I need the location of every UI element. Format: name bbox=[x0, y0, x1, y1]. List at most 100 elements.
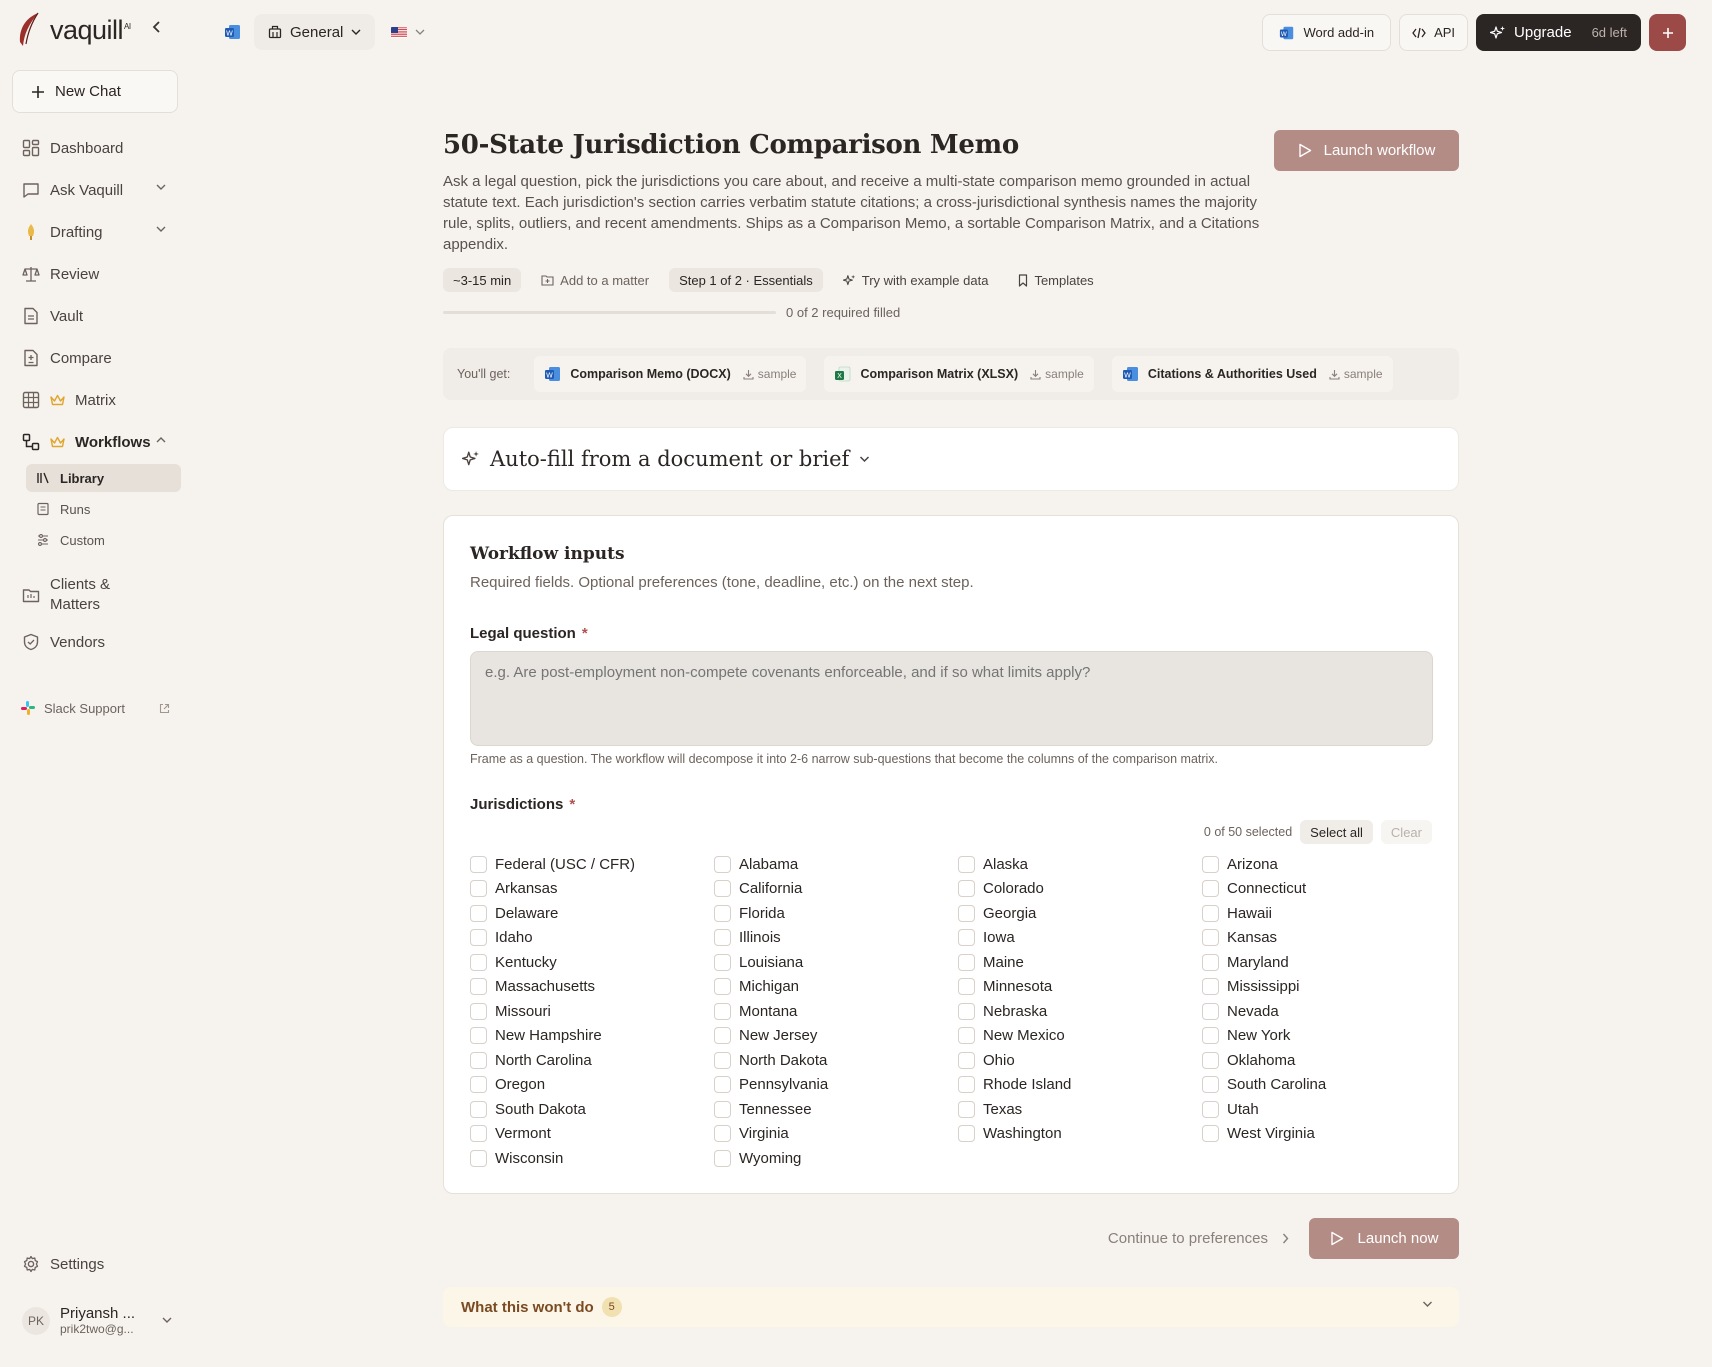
autofill-toggle[interactable]: Auto-fill from a document or brief bbox=[443, 427, 1459, 491]
checkbox[interactable] bbox=[958, 953, 975, 971]
jurisdiction-option[interactable]: Arizona bbox=[1202, 852, 1446, 877]
add-to-matter-button[interactable]: Add to a matter bbox=[531, 268, 659, 292]
clear-button[interactable]: Clear bbox=[1380, 820, 1432, 844]
checkbox[interactable] bbox=[714, 978, 731, 996]
checkbox[interactable] bbox=[958, 1125, 975, 1143]
checkbox[interactable] bbox=[470, 1100, 487, 1118]
jurisdiction-option[interactable]: West Virginia bbox=[1202, 1122, 1446, 1147]
checkbox[interactable] bbox=[714, 1125, 731, 1143]
launch-workflow-button[interactable]: Launch workflow bbox=[1274, 130, 1459, 171]
jurisdiction-option[interactable]: Delaware bbox=[470, 901, 714, 926]
checkbox[interactable] bbox=[1202, 953, 1219, 971]
jurisdiction-option[interactable]: Utah bbox=[1202, 1097, 1446, 1122]
jurisdiction-option[interactable]: Massachusetts bbox=[470, 975, 714, 1000]
jurisdiction-option[interactable]: Oklahoma bbox=[1202, 1048, 1446, 1073]
checkbox[interactable] bbox=[958, 1076, 975, 1094]
checkbox[interactable] bbox=[470, 904, 487, 922]
checkbox[interactable] bbox=[714, 904, 731, 922]
checkbox[interactable] bbox=[470, 880, 487, 898]
sidebar-item-compare[interactable]: Compare bbox=[12, 340, 178, 376]
jurisdiction-option[interactable]: Mississippi bbox=[1202, 975, 1446, 1000]
checkbox[interactable] bbox=[714, 1027, 731, 1045]
checkbox[interactable] bbox=[1202, 978, 1219, 996]
upgrade-button[interactable]: Upgrade 6d left bbox=[1476, 14, 1641, 51]
checkbox[interactable] bbox=[1202, 880, 1219, 898]
jurisdiction-option[interactable]: Iowa bbox=[958, 926, 1202, 951]
sidebar-item-vendors[interactable]: Vendors bbox=[12, 624, 178, 660]
limitations-accordion[interactable]: What this won't do 5 bbox=[443, 1287, 1459, 1327]
checkbox[interactable] bbox=[714, 1002, 731, 1020]
jurisdiction-option[interactable]: Maryland bbox=[1202, 950, 1446, 975]
launch-now-button[interactable]: Launch now bbox=[1309, 1218, 1459, 1259]
checkbox[interactable] bbox=[714, 953, 731, 971]
select-all-button[interactable]: Select all bbox=[1300, 820, 1373, 844]
workspace-selector[interactable]: General bbox=[254, 14, 376, 50]
logo[interactable]: vaquillAI bbox=[16, 10, 131, 50]
jurisdiction-option[interactable]: Wyoming bbox=[714, 1146, 958, 1171]
jurisdiction-option[interactable]: Arkansas bbox=[470, 877, 714, 902]
download-sample-button[interactable]: sample bbox=[1030, 367, 1084, 381]
checkbox[interactable] bbox=[1202, 1051, 1219, 1069]
checkbox[interactable] bbox=[1202, 1027, 1219, 1045]
sidebar-item-drafting[interactable]: Drafting bbox=[12, 214, 178, 250]
jurisdiction-option[interactable]: Ohio bbox=[958, 1048, 1202, 1073]
jurisdiction-option[interactable]: North Dakota bbox=[714, 1048, 958, 1073]
jurisdiction-option[interactable]: Illinois bbox=[714, 926, 958, 951]
jurisdiction-option[interactable]: Nebraska bbox=[958, 999, 1202, 1024]
word-icon[interactable]: W bbox=[224, 23, 242, 41]
jurisdiction-flag-selector[interactable] bbox=[391, 26, 425, 38]
checkbox[interactable] bbox=[470, 978, 487, 996]
legal-question-input[interactable] bbox=[470, 651, 1433, 746]
checkbox[interactable] bbox=[470, 1027, 487, 1045]
jurisdiction-option[interactable]: Minnesota bbox=[958, 975, 1202, 1000]
checkbox[interactable] bbox=[958, 880, 975, 898]
jurisdiction-option[interactable]: Georgia bbox=[958, 901, 1202, 926]
sidebar-subitem-runs[interactable]: Runs bbox=[26, 495, 181, 523]
checkbox[interactable] bbox=[1202, 1100, 1219, 1118]
templates-button[interactable]: Templates bbox=[1008, 268, 1103, 292]
sidebar-item-vault[interactable]: Vault bbox=[12, 298, 178, 334]
checkbox[interactable] bbox=[958, 1100, 975, 1118]
checkbox[interactable] bbox=[958, 978, 975, 996]
try-example-button[interactable]: Try with example data bbox=[833, 268, 999, 292]
checkbox[interactable] bbox=[470, 1125, 487, 1143]
jurisdiction-option[interactable]: Washington bbox=[958, 1122, 1202, 1147]
jurisdiction-option[interactable]: Louisiana bbox=[714, 950, 958, 975]
jurisdiction-option[interactable]: Maine bbox=[958, 950, 1202, 975]
sidebar-item-workflows[interactable]: Workflows bbox=[12, 424, 178, 460]
jurisdiction-option[interactable]: Federal (USC / CFR) bbox=[470, 852, 714, 877]
checkbox[interactable] bbox=[714, 1051, 731, 1069]
checkbox[interactable] bbox=[714, 855, 731, 873]
jurisdiction-option[interactable]: South Dakota bbox=[470, 1097, 714, 1122]
checkbox[interactable] bbox=[470, 929, 487, 947]
jurisdiction-option[interactable]: New York bbox=[1202, 1024, 1446, 1049]
checkbox[interactable] bbox=[470, 1076, 487, 1094]
checkbox[interactable] bbox=[714, 929, 731, 947]
checkbox[interactable] bbox=[958, 1051, 975, 1069]
download-sample-button[interactable]: sample bbox=[743, 367, 796, 381]
checkbox[interactable] bbox=[1202, 1125, 1219, 1143]
jurisdiction-option[interactable]: Missouri bbox=[470, 999, 714, 1024]
sidebar-subitem-library[interactable]: Library bbox=[26, 464, 181, 492]
add-button[interactable] bbox=[1649, 14, 1686, 51]
checkbox[interactable] bbox=[470, 953, 487, 971]
sidebar-item-matrix[interactable]: Matrix bbox=[12, 382, 178, 418]
checkbox[interactable] bbox=[1202, 855, 1219, 873]
checkbox[interactable] bbox=[470, 855, 487, 873]
continue-to-preferences-button[interactable]: Continue to preferences bbox=[1108, 1230, 1289, 1247]
checkbox[interactable] bbox=[470, 1051, 487, 1069]
user-menu[interactable]: PK Priyansh ... prik2two@g... bbox=[22, 1305, 182, 1336]
checkbox[interactable] bbox=[714, 880, 731, 898]
jurisdiction-option[interactable]: Colorado bbox=[958, 877, 1202, 902]
checkbox[interactable] bbox=[958, 1002, 975, 1020]
sidebar-item-review[interactable]: Review bbox=[12, 256, 178, 292]
checkbox[interactable] bbox=[714, 1149, 731, 1167]
jurisdiction-option[interactable]: Rhode Island bbox=[958, 1073, 1202, 1098]
new-chat-button[interactable]: New Chat bbox=[12, 70, 178, 113]
jurisdiction-option[interactable]: Florida bbox=[714, 901, 958, 926]
download-sample-button[interactable]: sample bbox=[1329, 367, 1383, 381]
jurisdiction-option[interactable]: Alaska bbox=[958, 852, 1202, 877]
jurisdiction-option[interactable]: Idaho bbox=[470, 926, 714, 951]
jurisdiction-option[interactable]: New Hampshire bbox=[470, 1024, 714, 1049]
sidebar-item-clients-matters[interactable]: Clients & Matters bbox=[12, 570, 178, 620]
